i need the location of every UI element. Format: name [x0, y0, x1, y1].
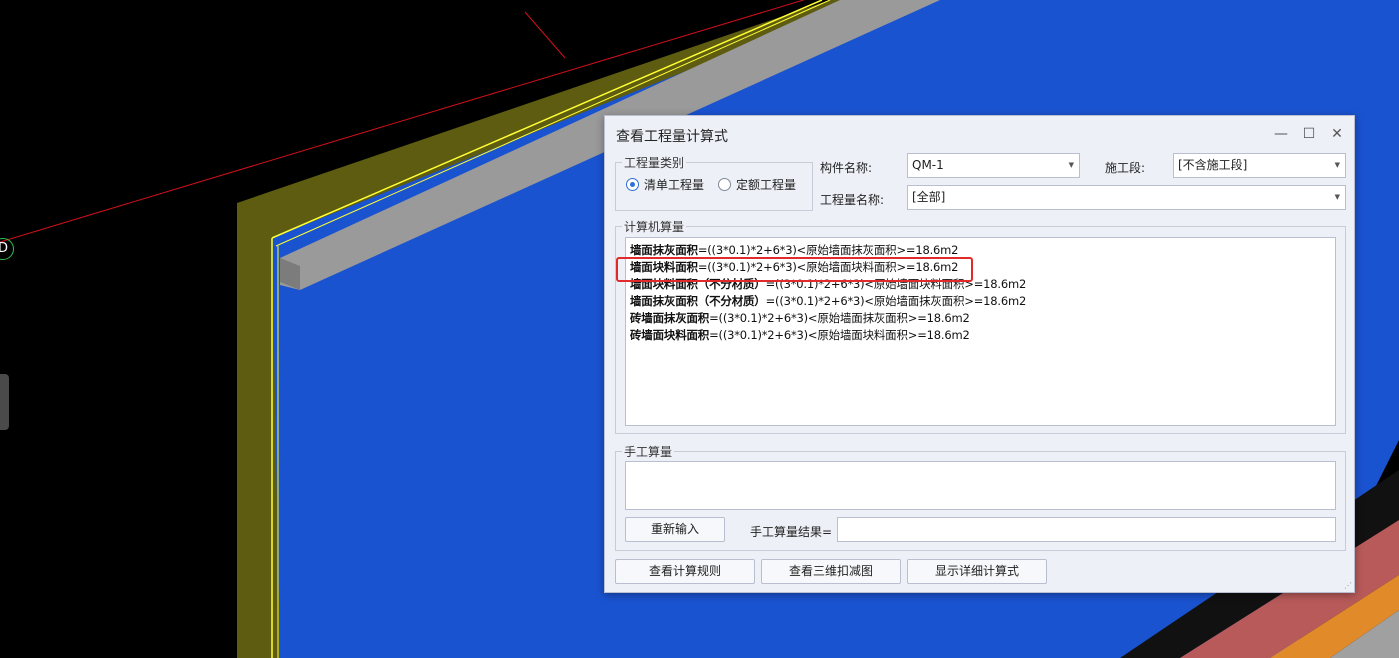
- radio-button[interactable]: [718, 178, 731, 191]
- computer-calc-legend: 计算机算量: [624, 220, 685, 234]
- view-calc-rules-button[interactable]: 查看计算规则: [615, 559, 755, 584]
- quantity-name-select[interactable]: [全部] ▼: [907, 185, 1346, 210]
- formula-name: 墙面抹灰面积（不分材质）: [630, 294, 766, 308]
- manual-calc-legend: 手工算量: [624, 445, 673, 459]
- chevron-down-icon: ▼: [1068, 161, 1074, 169]
- radio-label: 清单工程量: [644, 178, 705, 192]
- dialog-titlebar[interactable]: 查看工程量计算式 — ☐ ✕: [605, 116, 1354, 152]
- computer-calc-textbox[interactable]: 墙面抹灰面积=((3*0.1)*2+6*3)<原始墙面抹灰面积>=18.6m2 …: [625, 237, 1336, 426]
- manual-result-field[interactable]: [837, 517, 1336, 542]
- construction-stage-select[interactable]: [不含施工段] ▼: [1173, 153, 1346, 178]
- formula-expression: =((3*0.1)*2+6*3)<原始墙面抹灰面积>=18.6m2: [709, 311, 970, 325]
- formula-name: 砖墙面块料面积: [630, 328, 710, 342]
- formula-name: 墙面块料面积: [630, 260, 698, 274]
- construction-stage-value: [不含施工段]: [1178, 158, 1248, 172]
- formula-line: 墙面块料面积=((3*0.1)*2+6*3)<原始墙面块料面积>=18.6m2: [630, 259, 958, 275]
- formula-expression: =((3*0.1)*2+6*3)<原始墙面抹灰面积>=18.6m2: [697, 243, 959, 257]
- calc-formula-dialog: 查看工程量计算式 — ☐ ✕ 工程量类别 清单工程量 定额工程量 构件名称: Q…: [604, 115, 1355, 593]
- radio-label: 定额工程量: [736, 178, 797, 192]
- quantity-name-value: [全部]: [912, 190, 946, 204]
- formula-expression: =((3*0.1)*2+6*3)<原始墙面抹灰面积>=18.6m2: [765, 294, 1027, 308]
- component-name-label: 构件名称:: [820, 161, 873, 175]
- formula-line: 砖墙面块料面积=((3*0.1)*2+6*3)<原始墙面块料面积>=18.6m2: [630, 327, 970, 343]
- radio-bill-quantity[interactable]: 清单工程量: [626, 176, 704, 193]
- maximize-icon[interactable]: ☐: [1299, 124, 1319, 144]
- view-3d-deduction-button[interactable]: 查看三维扣减图: [761, 559, 901, 584]
- chevron-down-icon: ▼: [1334, 161, 1340, 169]
- manual-result-label: 手工算量结果=: [750, 525, 833, 539]
- quantity-name-label: 工程量名称:: [820, 193, 885, 207]
- manual-calc-input[interactable]: [625, 461, 1336, 510]
- construction-stage-label: 施工段:: [1105, 161, 1146, 175]
- side-panel-handle[interactable]: [0, 374, 9, 430]
- radio-button-selected[interactable]: [626, 178, 639, 191]
- component-name-select[interactable]: QM-1 ▼: [907, 153, 1080, 178]
- close-icon[interactable]: ✕: [1327, 124, 1347, 144]
- formula-expression: =((3*0.1)*2+6*3)<原始墙面块料面积>=18.6m2: [765, 277, 1027, 291]
- formula-name: 砖墙面抹灰面积: [630, 311, 710, 325]
- minimize-icon[interactable]: —: [1271, 124, 1291, 144]
- component-name-value: QM-1: [912, 158, 944, 172]
- radio-quota-quantity[interactable]: 定额工程量: [718, 176, 796, 193]
- chevron-down-icon: ▼: [1334, 193, 1340, 201]
- formula-name: 墙面块料面积（不分材质）: [630, 277, 766, 291]
- formula-name: 墙面抹灰面积: [630, 243, 698, 257]
- reinput-button[interactable]: 重新输入: [625, 517, 725, 542]
- formula-line: 墙面块料面积（不分材质）=((3*0.1)*2+6*3)<原始墙面块料面积>=1…: [630, 276, 1026, 292]
- show-detail-formula-button[interactable]: 显示详细计算式: [907, 559, 1047, 584]
- dialog-title: 查看工程量计算式: [616, 129, 728, 145]
- quantity-category-legend: 工程量类别: [624, 156, 685, 170]
- resize-grip-icon[interactable]: ⋰: [1344, 582, 1352, 590]
- formula-expression: =((3*0.1)*2+6*3)<原始墙面块料面积>=18.6m2: [697, 260, 959, 274]
- formula-line: 墙面抹灰面积（不分材质）=((3*0.1)*2+6*3)<原始墙面抹灰面积>=1…: [630, 293, 1026, 309]
- formula-expression: =((3*0.1)*2+6*3)<原始墙面块料面积>=18.6m2: [709, 328, 970, 342]
- formula-line: 砖墙面抹灰面积=((3*0.1)*2+6*3)<原始墙面抹灰面积>=18.6m2: [630, 310, 970, 326]
- formula-line: 墙面抹灰面积=((3*0.1)*2+6*3)<原始墙面抹灰面积>=18.6m2: [630, 242, 958, 258]
